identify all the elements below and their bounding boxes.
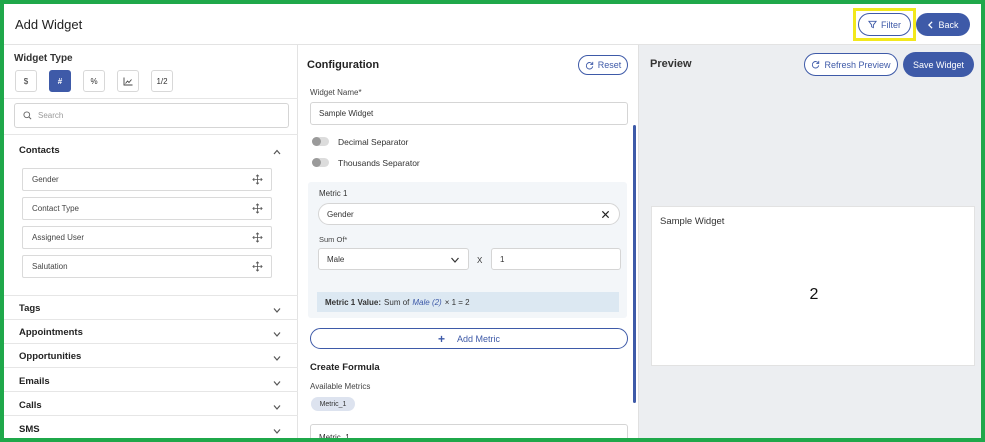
drag-handle-icon[interactable] (252, 232, 263, 243)
drag-handle-icon[interactable] (252, 261, 263, 272)
field-item-label: Contact Type (32, 204, 79, 213)
metric-card: Metric 1 Gender Sum Of* Male X 1 Metric … (308, 182, 627, 318)
divider (4, 415, 298, 416)
refresh-preview-label: Refresh Preview (824, 59, 891, 70)
field-item-label: Assigned User (32, 233, 85, 242)
chevron-left-icon (928, 20, 934, 29)
divider (4, 319, 298, 320)
chevron-down-icon[interactable] (272, 378, 282, 388)
configuration-title: Configuration (307, 59, 380, 71)
filter-label: Filter (881, 19, 901, 30)
type-number-button[interactable]: # (49, 70, 71, 92)
metric-value-summary: Metric 1 Value: Sum of Male (2) × 1 = 2 (317, 292, 619, 312)
add-metric-button[interactable]: + Add Metric (310, 328, 628, 349)
close-icon[interactable] (601, 210, 610, 219)
header: Add Widget Filter Back (4, 4, 981, 45)
available-metric-chip[interactable]: Metric_1 (311, 397, 355, 411)
metric-value-term: Male (2) (412, 297, 442, 307)
multiplier-input[interactable]: 1 (491, 248, 621, 270)
page-title: Add Widget (15, 17, 83, 32)
search-input[interactable]: Search (14, 103, 289, 128)
formula-input[interactable]: Metric_1 (310, 424, 628, 438)
thousands-separator-label: Thousands Separator (338, 158, 420, 168)
group-sms[interactable]: SMS (19, 424, 40, 435)
metric-value-label: Metric 1 Value: (325, 297, 382, 307)
widget-type-title: Widget Type (14, 53, 73, 64)
reset-label: Reset (597, 60, 622, 70)
filter-button[interactable]: Filter (858, 13, 911, 36)
type-fraction-button[interactable]: 1/2 (151, 70, 173, 92)
group-tags[interactable]: Tags (19, 303, 40, 314)
back-button[interactable]: Back (916, 13, 970, 36)
type-percent-button[interactable]: % (83, 70, 105, 92)
group-contacts[interactable]: Contacts (19, 145, 60, 156)
search-icon (23, 111, 32, 120)
divider (4, 391, 298, 392)
preview-panel: Preview Refresh Preview Save Widget Samp… (638, 45, 981, 438)
metric-value-suffix: × 1 = 2 (444, 297, 470, 307)
field-item-label: Gender (32, 175, 59, 184)
preview-card-value: 2 (809, 286, 819, 303)
metric-value-prefix: Sum of (384, 297, 410, 307)
chevron-down-icon[interactable] (272, 402, 282, 412)
search-placeholder: Search (38, 111, 64, 120)
field-item-salutation[interactable]: Salutation (22, 255, 272, 278)
create-formula-title: Create Formula (310, 362, 380, 373)
sum-of-label: Sum Of* (319, 235, 348, 244)
sum-of-value: Male (327, 254, 345, 264)
divider (4, 98, 298, 99)
chevron-down-icon[interactable] (272, 329, 282, 339)
refresh-icon (585, 61, 593, 69)
widget-type-panel: Widget Type $ # % 1/2 Search Contacts Ge… (4, 45, 298, 438)
type-chart-button[interactable] (117, 70, 139, 92)
refresh-preview-button[interactable]: Refresh Preview (804, 53, 898, 76)
group-emails[interactable]: Emails (19, 376, 50, 387)
add-metric-label: Add Metric (457, 333, 501, 344)
refresh-icon (812, 60, 820, 69)
decimal-separator-toggle[interactable] (312, 137, 329, 146)
field-item-label: Salutation (32, 262, 68, 271)
scrollbar[interactable] (633, 125, 636, 403)
group-appointments[interactable]: Appointments (19, 327, 83, 338)
group-opportunities[interactable]: Opportunities (19, 351, 81, 362)
filter-icon (868, 20, 877, 29)
divider (4, 367, 298, 368)
divider (4, 295, 298, 296)
preview-title: Preview (650, 58, 692, 70)
metric-field-input[interactable]: Gender (318, 203, 620, 225)
configuration-panel: Configuration Reset Widget Name* Sample … (298, 45, 638, 438)
chevron-down-icon (451, 257, 459, 263)
metric-title: Metric 1 (319, 189, 348, 198)
sum-of-select[interactable]: Male (318, 248, 469, 270)
group-calls[interactable]: Calls (19, 400, 42, 411)
reset-button[interactable]: Reset (578, 55, 628, 75)
chevron-up-icon[interactable] (272, 147, 282, 157)
widget-preview-card: Sample Widget 2 (651, 206, 975, 366)
widget-name-label: Widget Name* (310, 88, 362, 97)
divider (4, 134, 298, 135)
chevron-down-icon[interactable] (272, 305, 282, 315)
metric-field-value: Gender (327, 209, 354, 219)
plus-icon: + (437, 331, 445, 346)
preview-card-title: Sample Widget (660, 216, 725, 227)
app-frame: Add Widget Filter Back Widget Type $ # %… (0, 0, 985, 442)
chevron-down-icon[interactable] (272, 426, 282, 436)
thousands-separator-toggle[interactable] (312, 158, 329, 167)
save-widget-button[interactable]: Save Widget (903, 52, 974, 77)
multiply-sign: X (477, 256, 483, 265)
available-metrics-label: Available Metrics (310, 382, 371, 391)
drag-handle-icon[interactable] (252, 174, 263, 185)
save-widget-label: Save Widget (912, 59, 965, 70)
decimal-separator-label: Decimal Separator (338, 137, 409, 147)
type-currency-button[interactable]: $ (15, 70, 37, 92)
back-label: Back (938, 19, 959, 30)
divider (4, 343, 298, 344)
field-item-assigned-user[interactable]: Assigned User (22, 226, 272, 249)
line-chart-icon (123, 77, 133, 85)
chevron-down-icon[interactable] (272, 353, 282, 363)
widget-name-input[interactable]: Sample Widget (310, 102, 628, 125)
drag-handle-icon[interactable] (252, 203, 263, 214)
field-item-gender[interactable]: Gender (22, 168, 272, 191)
field-item-contact-type[interactable]: Contact Type (22, 197, 272, 220)
